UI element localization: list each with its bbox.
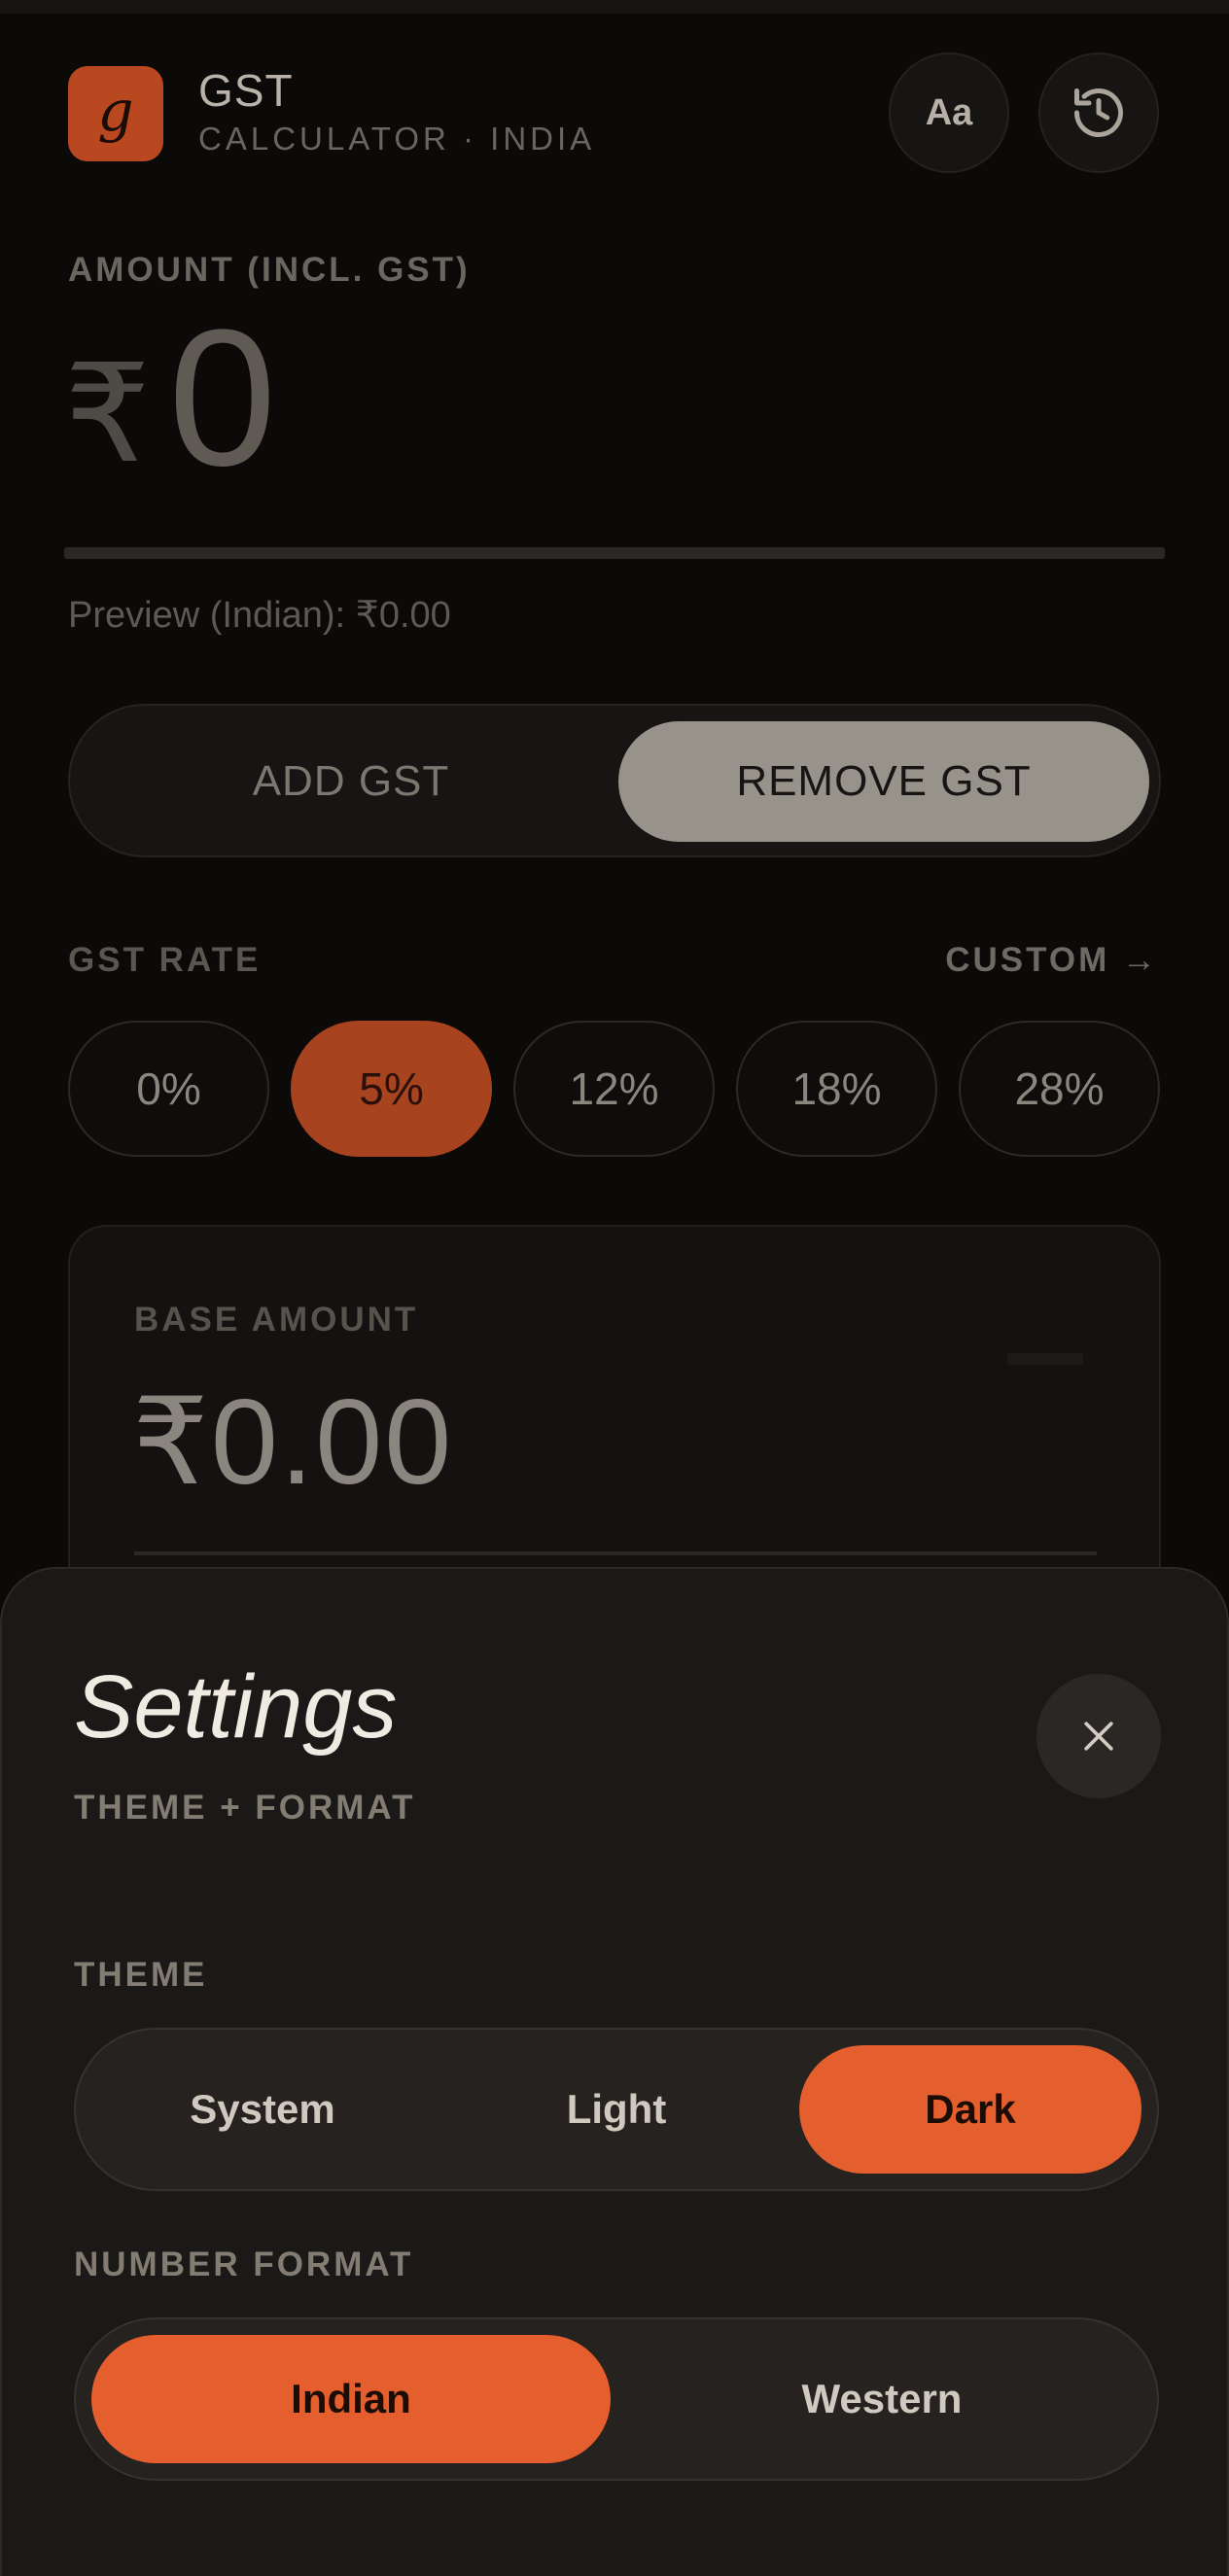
custom-rate-link[interactable]: CUSTOM → bbox=[945, 941, 1159, 980]
base-amount-label: BASE AMOUNT bbox=[134, 1301, 419, 1339]
rate-options: 0% 5% 12% 18% 28% bbox=[68, 1021, 1160, 1157]
settings-subtitle: THEME + FORMAT bbox=[74, 1789, 416, 1827]
history-button[interactable] bbox=[1038, 52, 1159, 173]
gst-rate-label: GST RATE bbox=[68, 941, 262, 979]
rate-chip-28[interactable]: 28% bbox=[959, 1021, 1160, 1157]
close-settings-button[interactable] bbox=[1036, 1674, 1161, 1798]
rate-chip-5[interactable]: 5% bbox=[291, 1021, 492, 1157]
amount-underline bbox=[64, 547, 1165, 559]
settings-title: Settings bbox=[74, 1657, 398, 1757]
format-option-western[interactable]: Western bbox=[622, 2335, 1141, 2463]
base-amount-value: ₹0.00 bbox=[132, 1375, 454, 1510]
font-size-button[interactable]: Aa bbox=[889, 52, 1009, 173]
result-divider bbox=[134, 1551, 1097, 1555]
amount-value: 0 bbox=[168, 290, 277, 506]
amount-label: AMOUNT (INCL. GST) bbox=[68, 251, 471, 289]
theme-option-system[interactable]: System bbox=[91, 2045, 434, 2174]
theme-label: THEME bbox=[74, 1956, 208, 1994]
add-gst-button[interactable]: ADD GST bbox=[86, 721, 616, 842]
rate-chip-12[interactable]: 12% bbox=[513, 1021, 715, 1157]
currency-symbol: ₹ bbox=[64, 337, 152, 490]
history-icon bbox=[1074, 88, 1123, 138]
settings-sheet: Settings THEME + FORMAT THEME System Lig… bbox=[0, 1567, 1229, 2576]
app-logo: g bbox=[68, 66, 163, 161]
remove-gst-button[interactable]: REMOVE GST bbox=[618, 721, 1149, 842]
top-edge bbox=[0, 0, 1229, 14]
app-subtitle: CALCULATOR · INDIA bbox=[198, 121, 596, 157]
number-format-selector: Indian Western bbox=[74, 2317, 1159, 2481]
gst-mode-toggle: ADD GST REMOVE GST bbox=[68, 704, 1161, 857]
format-option-indian[interactable]: Indian bbox=[91, 2335, 611, 2463]
font-size-label: Aa bbox=[925, 91, 973, 133]
close-icon bbox=[1084, 1722, 1113, 1751]
theme-selector: System Light Dark bbox=[74, 2028, 1159, 2191]
logo-letter: g bbox=[97, 78, 134, 144]
theme-option-light[interactable]: Light bbox=[445, 2045, 788, 2174]
amount-input[interactable]: ₹ 0 bbox=[64, 301, 276, 496]
amount-preview: Preview (Indian): ₹0.00 bbox=[68, 595, 451, 636]
rate-chip-0[interactable]: 0% bbox=[68, 1021, 269, 1157]
app-title: GST bbox=[198, 65, 294, 116]
theme-option-dark[interactable]: Dark bbox=[799, 2045, 1141, 2174]
number-format-label: NUMBER FORMAT bbox=[74, 2245, 414, 2283]
rate-chip-18[interactable]: 18% bbox=[736, 1021, 937, 1157]
copy-indicator bbox=[1007, 1353, 1083, 1365]
